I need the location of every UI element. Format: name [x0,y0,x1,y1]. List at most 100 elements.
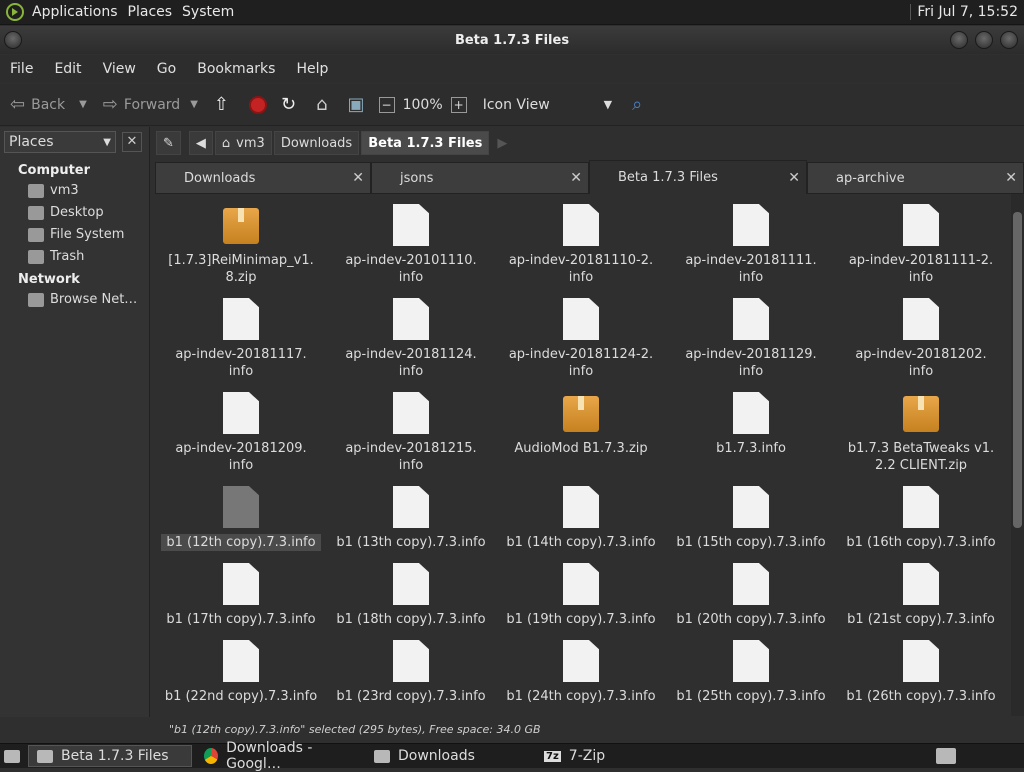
document-icon [733,486,769,528]
tab-jsons[interactable]: jsons ✕ [371,162,589,194]
task-7zip[interactable]: 7z 7-Zip [536,745,702,767]
document-icon [563,563,599,605]
clock[interactable]: Fri Jul 7, 15:52 [910,4,1018,20]
path-scroll-right[interactable]: ▶ [497,136,507,151]
back-button[interactable]: ⇦ Back ▼ [10,94,87,115]
menu-system[interactable]: System [182,4,244,20]
document-icon [733,204,769,246]
file-item[interactable]: b1 (18th copy).7.3.info [326,563,496,640]
view-mode-select[interactable]: Icon View ▼ [483,97,612,113]
document-icon [903,204,939,246]
crumb-downloads[interactable]: Downloads [273,131,360,155]
file-item[interactable]: ap-indev-20101110. info [326,204,496,298]
close-window-button[interactable] [1000,31,1018,49]
file-item[interactable]: ap-indev-20181124. info [326,298,496,392]
up-button[interactable]: ⇧ [214,94,235,115]
menu-applications[interactable]: Applications [32,4,128,20]
sidebar-item-filesystem[interactable]: File System [0,222,149,244]
file-item[interactable]: b1 (22nd copy).7.3.info [156,640,326,716]
close-sidebar-button[interactable]: ✕ [122,132,142,152]
workspace-switcher[interactable] [934,745,958,767]
home-button[interactable]: ⌂ [316,94,333,115]
file-item[interactable]: b1 (21st copy).7.3.info [836,563,1006,640]
menu-bookmarks[interactable]: Bookmarks [187,61,286,77]
menu-edit[interactable]: Edit [44,61,92,77]
file-label: ap-indev-20181111-2. info [848,253,994,285]
file-item[interactable]: b1 (16th copy).7.3.info [836,486,1006,563]
home-icon: ⌂ [221,135,231,151]
file-item[interactable]: ap-indev-20181111. info [666,204,836,298]
file-item[interactable]: b1 (23rd copy).7.3.info [326,640,496,716]
task-beta-files[interactable]: Beta 1.7.3 Files [28,745,192,767]
file-item[interactable]: ap-indev-20181111-2. info [836,204,1006,298]
menu-help[interactable]: Help [286,61,339,77]
file-item[interactable]: ap-indev-20181124-2. info [496,298,666,392]
show-desktop-button[interactable] [0,745,24,767]
task-downloads[interactable]: Downloads [366,745,532,767]
computer-button[interactable]: ▣ [348,94,371,115]
reload-button[interactable]: ↻ [281,94,302,115]
file-item[interactable]: b1 (20th copy).7.3.info [666,563,836,640]
sidebar-type-select[interactable]: Places ▼ [4,131,116,153]
close-icon[interactable]: ✕ [788,170,800,186]
file-view[interactable]: [1.7.3]ReiMinimap_v1. 8.zip ap-indev-2010… [156,194,1010,716]
sidebar-item-vm3[interactable]: vm3 [0,178,149,200]
file-item[interactable]: [1.7.3]ReiMinimap_v1. 8.zip [156,204,326,298]
search-button[interactable]: ⌕ [632,94,648,115]
file-item[interactable]: ap-indev-20181117. info [156,298,326,392]
zoom-out-button[interactable]: −100% [378,96,443,113]
minimize-button[interactable] [950,31,968,49]
menu-go[interactable]: Go [147,61,187,77]
file-item[interactable]: b1 (14th copy).7.3.info [496,486,666,563]
file-item[interactable]: b1 (15th copy).7.3.info [666,486,836,563]
file-item[interactable]: AudioMod B1.7.3.zip [496,392,666,486]
tab-downloads[interactable]: Downloads ✕ [155,162,371,194]
document-icon [733,298,769,340]
file-item[interactable]: ap-indev-20181202. info [836,298,1006,392]
toggle-location-button[interactable]: ✎ [156,131,181,155]
file-item[interactable]: b1 (19th copy).7.3.info [496,563,666,640]
file-item[interactable]: b1 (26th copy).7.3.info [836,640,1006,716]
file-label: AudioMod B1.7.3.zip [514,441,648,456]
window-menu-button[interactable] [4,31,22,49]
zoom-in-button[interactable]: + [450,96,475,113]
file-item[interactable]: ap-indev-20181215. info [326,392,496,486]
forward-button[interactable]: ⇨ Forward ▼ [103,94,198,115]
menu-file[interactable]: File [0,61,44,77]
file-label: b1 (16th copy).7.3.info [846,535,996,550]
close-icon[interactable]: ✕ [352,170,364,186]
document-icon [223,640,259,682]
sidebar-item-browse-network[interactable]: Browse Net… [0,287,149,309]
file-item[interactable]: ap-indev-20181110-2. info [496,204,666,298]
task-chrome-downloads[interactable]: Downloads - Googl… [196,740,362,772]
file-item[interactable]: b1.7.3.info [666,392,836,486]
file-item[interactable]: ap-indev-20181209. info [156,392,326,486]
scrollbar-thumb[interactable] [1013,212,1022,528]
sidebar-item-desktop[interactable]: Desktop [0,200,149,222]
crumb-vm3[interactable]: ⌂ vm3 [214,131,272,155]
file-item[interactable]: b1 (24th copy).7.3.info [496,640,666,716]
path-scroll-left[interactable]: ◀ [188,131,213,155]
menu-view[interactable]: View [93,61,147,77]
vertical-scrollbar[interactable] [1011,194,1024,716]
file-label: b1 (20th copy).7.3.info [676,612,826,627]
tab-beta-files[interactable]: Beta 1.7.3 Files ✕ [589,160,807,194]
window-titlebar[interactable]: Beta 1.7.3 Files [0,26,1024,54]
file-item[interactable]: b1 (17th copy).7.3.info [156,563,326,640]
file-item[interactable]: b1 (13th copy).7.3.info [326,486,496,563]
close-icon[interactable]: ✕ [570,170,582,186]
stop-button[interactable] [249,95,267,114]
file-item[interactable]: b1 (12th copy).7.3.info [156,486,326,563]
file-item[interactable]: b1 (25th copy).7.3.info [666,640,836,716]
distro-logo-icon[interactable] [6,3,24,21]
sidebar-item-trash[interactable]: Trash [0,244,149,266]
close-icon[interactable]: ✕ [1005,170,1017,186]
maximize-button[interactable] [975,31,993,49]
menu-places[interactable]: Places [128,4,183,20]
crumb-current[interactable]: Beta 1.7.3 Files [361,131,490,155]
file-item[interactable]: b1.7.3 BetaTweaks v1. 2.2 CLIENT.zip [836,392,1006,486]
file-item[interactable]: ap-indev-20181129. info [666,298,836,392]
tab-ap-archive[interactable]: ap-archive ✕ [807,162,1024,194]
document-icon [903,298,939,340]
file-label: ap-indev-20181209. info [175,441,307,473]
